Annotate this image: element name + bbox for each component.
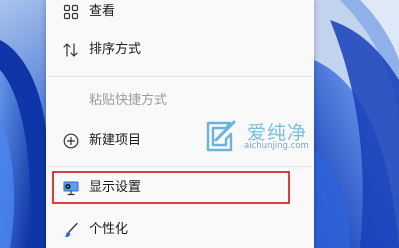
menu-item-view-label: 查看: [89, 4, 116, 19]
menu-divider: [48, 166, 312, 167]
menu-item-paste-shortcut: 粘贴快捷方式: [46, 84, 314, 118]
menu-item-sort-by-label: 排序方式: [89, 42, 142, 57]
add-circle-icon: [63, 133, 79, 149]
menu-item-personalize-label: 个性化: [89, 222, 129, 237]
sort-icon: [63, 43, 78, 57]
watermark: 爱纯净 aichunjing.com: [204, 117, 316, 157]
grid-icon: [63, 4, 79, 20]
menu-item-personalize[interactable]: 个性化: [46, 213, 314, 247]
highlight-box: [52, 171, 290, 204]
menu-item-sort-by[interactable]: 排序方式: [46, 33, 314, 67]
menu-item-paste-shortcut-label: 粘贴快捷方式: [89, 93, 168, 108]
watermark-logo-icon: [206, 120, 236, 152]
brush-icon: [64, 222, 78, 237]
menu-divider: [48, 76, 312, 77]
watermark-domain: aichunjing.com: [244, 141, 309, 151]
menu-item-view[interactable]: 查看: [46, 0, 314, 29]
menu-item-new-label: 新建项目: [89, 133, 142, 148]
